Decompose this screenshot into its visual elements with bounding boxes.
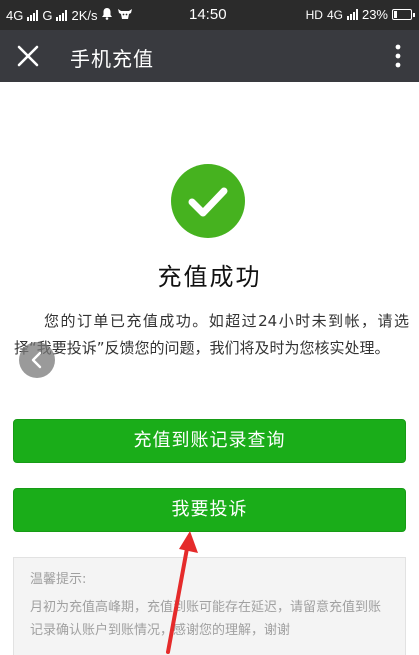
recharge-records-button[interactable]: 充值到账记录查询 [13, 419, 406, 463]
network-type-1: 4G [6, 7, 24, 23]
network-type-2: G [42, 7, 53, 23]
status-right: HD 4G 23% [305, 7, 415, 22]
status-left: 4G G 2K/s [6, 7, 133, 23]
back-floating-button[interactable] [19, 342, 55, 378]
success-title: 充值成功 [157, 263, 262, 291]
complain-button[interactable]: 我要投诉 [13, 488, 406, 532]
hd-label: HD [305, 7, 323, 22]
battery-percent: 23% [361, 7, 388, 22]
signal-icon [27, 9, 39, 21]
main-content: 充值成功 您的订单已充值成功。如超过24小时未到帐，请选择“我要投诉”反馈您的问… [0, 82, 419, 655]
title-bar: 手机充值 [0, 30, 419, 82]
tips-box: 温馨提示: 月初为充值高峰期，充值到账可能存在延迟，请留意充值到账记录确认账户到… [13, 557, 406, 655]
network-type-3: 4G [326, 7, 343, 22]
signal-icon-2 [56, 9, 68, 21]
tips-body: 月初为充值高峰期，充值到账可能存在延迟，请留意充值到账记录确认账户到账情况，感谢… [30, 600, 382, 638]
red-arrow-annotation [166, 531, 198, 654]
cow-app-icon [117, 7, 133, 23]
checkmark-icon [171, 164, 245, 238]
signal-icon-3 [346, 9, 358, 20]
chevron-left-icon [31, 351, 42, 369]
more-options-button[interactable] [391, 42, 405, 70]
network-speed: 2K/s [71, 7, 98, 23]
tips-title: 温馨提示: [30, 572, 87, 587]
close-icon [17, 45, 39, 67]
success-description: 您的订单已充值成功。如超过24小时未到帐，请选择“我要投诉”反馈您的问题，我们将… [14, 312, 409, 357]
status-time: 14:50 [189, 6, 227, 23]
close-button[interactable] [14, 42, 42, 70]
notification-bell-icon [101, 7, 113, 23]
status-bar: 4G G 2K/s 14:50 HD 4G 23% [0, 0, 419, 30]
page-title: 手机充值 [70, 47, 154, 71]
more-vertical-icon [395, 44, 401, 68]
battery-icon [392, 9, 415, 20]
